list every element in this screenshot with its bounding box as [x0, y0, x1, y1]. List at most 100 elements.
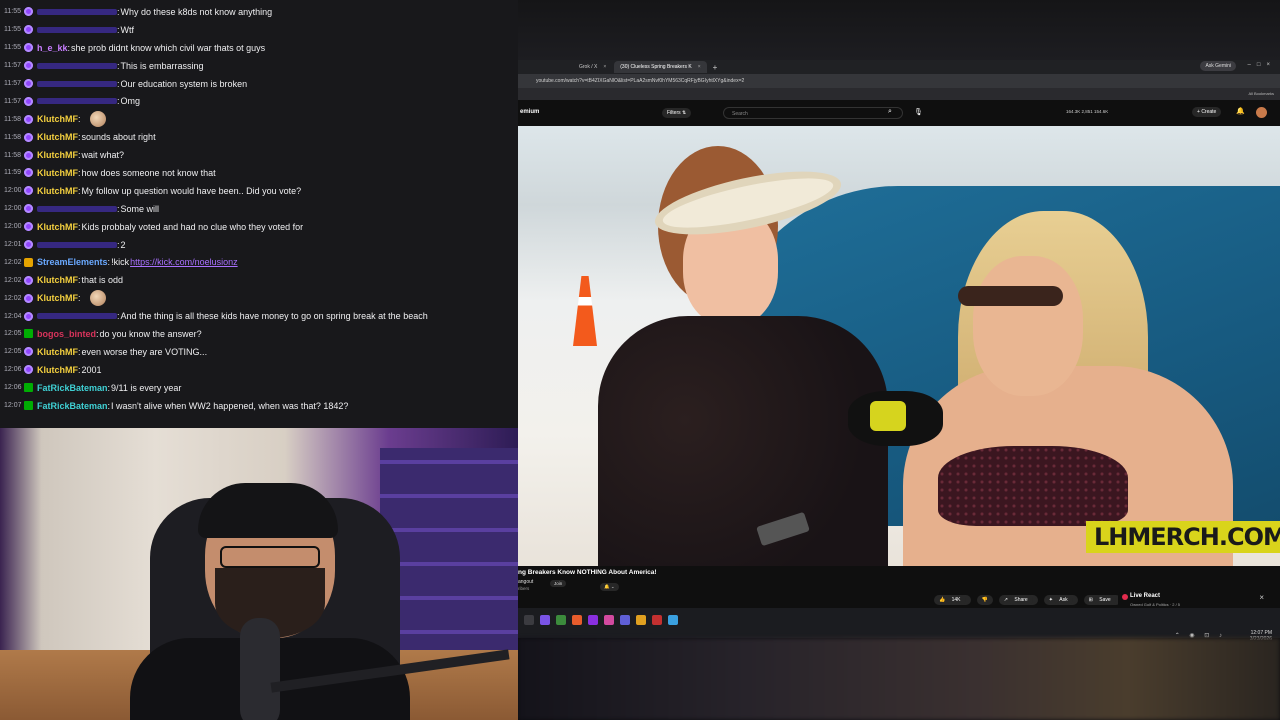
chat-username[interactable]: KlutchMF: [37, 150, 78, 160]
chat-username[interactable]: FatRickBateman: [37, 383, 108, 393]
message-timestamp: 12:00: [4, 187, 22, 195]
share-button[interactable]: ↗ Share: [998, 595, 1038, 605]
chat-message: 12:02 StreamElements: !kick https://kick.c…: [4, 253, 518, 271]
search-icon[interactable]: ⌕: [888, 108, 892, 116]
start-icon[interactable]: [524, 615, 534, 625]
chat-username[interactable]: [37, 98, 117, 105]
subscriber-badge-icon: [24, 293, 33, 303]
address-bar[interactable]: youtube.com/watch?v=tB4ZIXGaNlO&list=PLa…: [518, 74, 1280, 88]
dislike-button[interactable]: 👎: [976, 595, 993, 605]
chat-username[interactable]: KlutchMF: [37, 186, 78, 196]
chat-separator: :: [78, 346, 81, 357]
close-icon[interactable]: ×: [1259, 593, 1264, 602]
all-bookmarks-link[interactable]: All Bookmarks: [1248, 91, 1274, 96]
chat-username[interactable]: KlutchMF: [37, 168, 78, 178]
chat-separator: :: [78, 293, 81, 304]
subscriber-badge-icon: [24, 114, 33, 124]
subscriber-badge-icon: [24, 43, 33, 53]
message-timestamp: 11:57: [4, 62, 21, 70]
app-icon[interactable]: [652, 615, 662, 625]
chat-message: 11:58 KlutchMF:: [4, 110, 518, 128]
message-timestamp: 12:05: [4, 348, 22, 356]
like-button[interactable]: 👍 14K: [934, 595, 971, 605]
chat-link[interactable]: https://kick.com/noelusionz: [130, 257, 238, 267]
message-timestamp: 12:05: [4, 330, 22, 338]
chat-message: 11:55: Wtf: [4, 21, 518, 39]
bookmarks-bar: All Bookmarks: [518, 88, 1280, 100]
chat-username[interactable]: bogos_binted: [37, 329, 96, 339]
ask-gemini-button[interactable]: Ask Gemini: [1200, 61, 1236, 71]
app-icon[interactable]: [604, 615, 614, 625]
chat-separator: :: [117, 239, 120, 250]
chat-username[interactable]: [37, 62, 117, 69]
chat-username[interactable]: KlutchMF: [37, 132, 78, 142]
chat-username[interactable]: KlutchMF: [37, 365, 78, 375]
message-timestamp: 11:57: [4, 80, 21, 87]
channel-name[interactable]: angout: [518, 579, 533, 585]
chat-username[interactable]: [37, 313, 117, 320]
interviewer-dress: [598, 316, 888, 566]
message-timestamp: 12:02: [4, 294, 22, 302]
mic-icon[interactable]: 🎙: [914, 108, 923, 116]
microphone: [240, 618, 280, 720]
chat-message: 12:06 FatRickBateman:9/11 is every year: [4, 379, 518, 397]
chat-username[interactable]: [37, 205, 117, 212]
chat-username[interactable]: KlutchMF: [37, 293, 78, 303]
close-icon[interactable]: ×: [698, 64, 701, 70]
avatar[interactable]: [1256, 107, 1267, 118]
live-react-title[interactable]: Live React: [1130, 593, 1160, 599]
mic-flag: [870, 401, 906, 431]
bot-badge-icon: [24, 257, 33, 267]
app-icon[interactable]: [636, 615, 646, 625]
join-button[interactable]: Join: [550, 580, 567, 587]
chat-username[interactable]: KlutchMF: [37, 275, 78, 285]
chat-username[interactable]: KlutchMF: [37, 114, 78, 124]
message-timestamp: 12:06: [4, 366, 22, 374]
chat-text: Our education system is broken: [120, 78, 248, 89]
chat-text: Why do these k8ds not know anything: [120, 6, 273, 17]
webcam-feed: [0, 428, 518, 720]
notifications-icon[interactable]: 🔔: [1236, 107, 1245, 115]
tab-grok[interactable]: Grok / X ×: [573, 61, 612, 73]
new-tab-icon[interactable]: +: [713, 63, 718, 72]
notify-bell-icon[interactable]: 🔔 ⌄: [600, 583, 619, 591]
ask-button[interactable]: ✦ Ask: [1043, 595, 1078, 605]
close-icon[interactable]: ×: [603, 64, 606, 70]
create-label: Create: [1201, 109, 1217, 115]
tab-youtube[interactable]: (30) Clueless Spring Breakers K ×: [614, 61, 707, 73]
chat-username[interactable]: [37, 26, 117, 33]
app-icon[interactable]: [620, 615, 630, 625]
subscriber-count: ribers: [518, 586, 530, 591]
chat-separator: :: [78, 364, 81, 375]
chat-username[interactable]: FatRickBateman: [37, 401, 108, 411]
app-icon[interactable]: [588, 615, 598, 625]
chat-message: 11:57: Our education system is broken: [4, 75, 518, 93]
filters-button[interactable]: Filters ⇅: [662, 108, 692, 118]
app-icon[interactable]: [668, 615, 678, 625]
message-timestamp: 12:07: [4, 402, 22, 410]
browser-icon[interactable]: [540, 615, 550, 625]
chat-message: 12:05 KlutchMF: even worse they are VOTING…: [4, 343, 518, 361]
firefox-icon[interactable]: [572, 615, 582, 625]
extension-stats: 164.3K 2,851 154.6K: [1066, 109, 1109, 114]
chat-username[interactable]: [37, 8, 117, 15]
chrome-icon[interactable]: [556, 615, 566, 625]
chat-username[interactable]: StreamElements: [37, 257, 108, 267]
subscriber-badge-icon: [24, 222, 33, 232]
chat-text: she prob didnt know which civil war that…: [71, 42, 266, 53]
chat-username[interactable]: KlutchMF: [37, 222, 78, 232]
chat-separator: :: [78, 167, 81, 178]
search-input[interactable]: Search: [723, 107, 903, 119]
chat-message: 12:07 FatRickBateman: I wasn't alive when …: [4, 397, 518, 415]
chat-username[interactable]: h_e_kk: [37, 43, 68, 53]
create-button[interactable]: + Create: [1192, 107, 1222, 117]
youtube-logo[interactable]: emium: [520, 109, 539, 115]
chat-username[interactable]: [37, 80, 117, 87]
chat-username[interactable]: [37, 241, 117, 248]
chat-text: 9/11 is every year: [111, 382, 182, 393]
save-button[interactable]: ⊞ Save: [1083, 595, 1121, 605]
video-player[interactable]: LHMERCH.COM: [518, 126, 1280, 566]
chat-message: 12:00 KlutchMF: My follow up question woul…: [4, 182, 518, 200]
window-controls[interactable]: –□×: [1248, 62, 1276, 68]
chat-username[interactable]: KlutchMF: [37, 347, 78, 357]
